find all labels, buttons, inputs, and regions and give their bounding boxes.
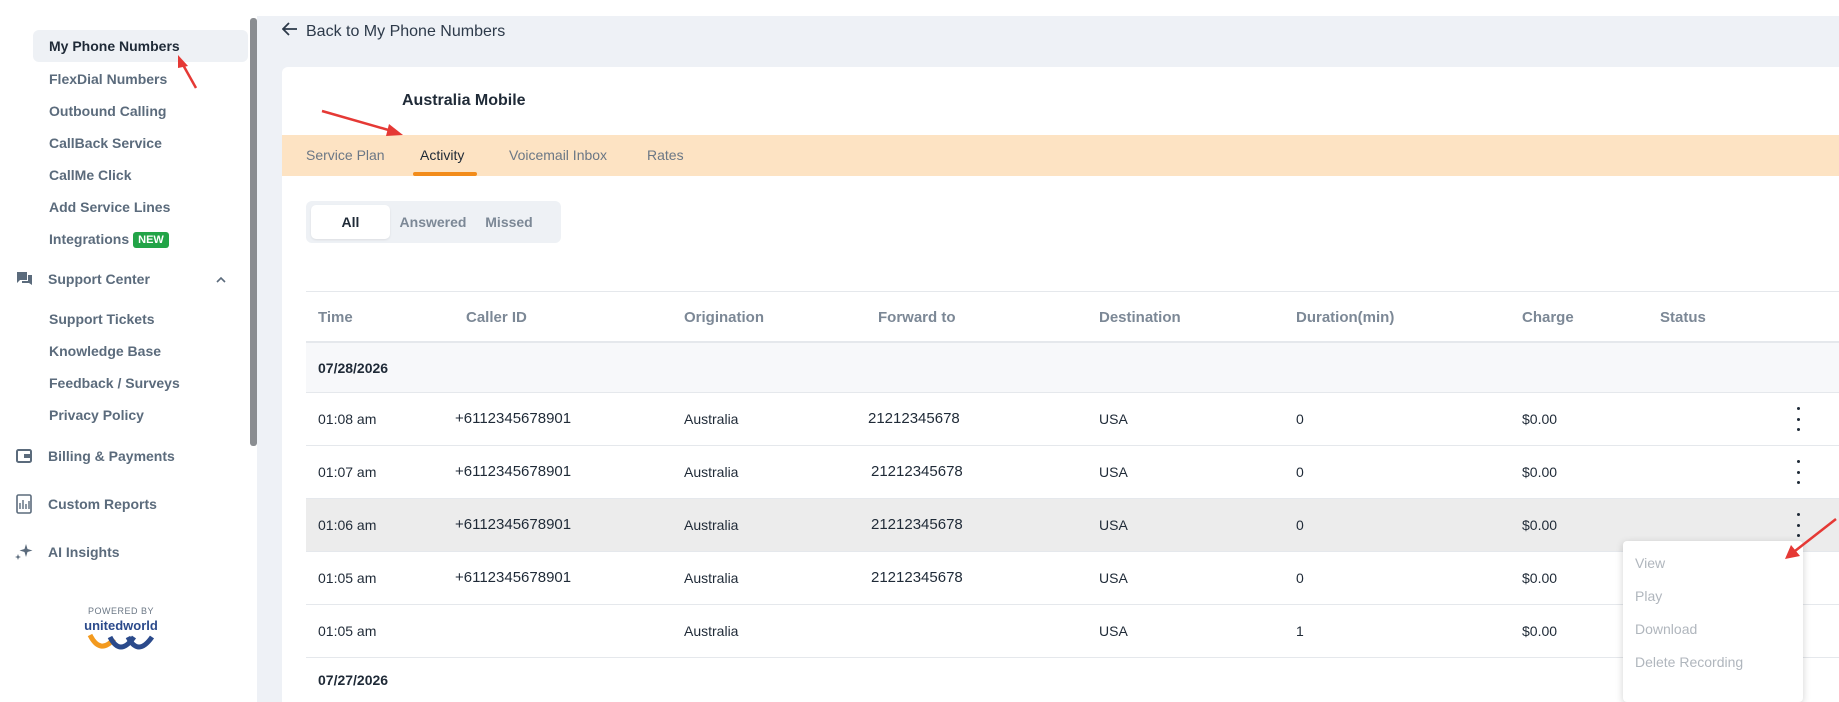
col-destination: Destination bbox=[1099, 309, 1181, 326]
report-icon bbox=[0, 494, 48, 514]
col-origination: Origination bbox=[684, 309, 764, 326]
wallet-icon bbox=[0, 449, 48, 463]
sidebar-item-callback-service[interactable]: CallBack Service bbox=[49, 135, 162, 151]
sidebar-item-feedback-surveys[interactable]: Feedback / Surveys bbox=[49, 375, 180, 391]
filter-answered[interactable]: Answered bbox=[394, 205, 472, 239]
tab-bar: Service Plan Activity Voicemail Inbox Ra… bbox=[282, 135, 1839, 176]
logo-waves-icon bbox=[87, 633, 155, 650]
date-group-header: 07/28/2026 bbox=[306, 343, 1839, 393]
col-forward-to: Forward to bbox=[878, 309, 956, 326]
chat-icon bbox=[0, 271, 48, 287]
sidebar-item-support-center[interactable]: Support Center bbox=[0, 266, 240, 292]
powered-by: POWERED BY unitedworld bbox=[66, 606, 176, 660]
menu-item-delete-recording[interactable]: Delete Recording bbox=[1635, 654, 1743, 670]
menu-item-view[interactable]: View bbox=[1635, 555, 1665, 571]
row-actions-menu: View Play Download Delete Recording bbox=[1623, 541, 1803, 702]
table-row[interactable]: 01:05 am +6112345678901 Australia 212123… bbox=[306, 552, 1839, 605]
filter-all[interactable]: All bbox=[311, 205, 390, 239]
sidebar-item-ai-insights[interactable]: AI Insights bbox=[0, 539, 240, 565]
menu-item-download[interactable]: Download bbox=[1635, 621, 1697, 637]
table-row[interactable]: 01:06 am +6112345678901 Australia 212123… bbox=[306, 499, 1839, 552]
activity-table: Time Caller ID Origination Forward to De… bbox=[306, 291, 1839, 698]
tab-rates[interactable]: Rates bbox=[647, 147, 684, 163]
menu-item-play[interactable]: Play bbox=[1635, 588, 1662, 604]
sidebar-item-integrations[interactable]: Integrations NEW bbox=[49, 231, 169, 248]
tab-activity[interactable]: Activity bbox=[420, 147, 464, 163]
back-link[interactable]: Back to My Phone Numbers bbox=[281, 22, 505, 41]
row-actions-icon[interactable] bbox=[1793, 460, 1803, 484]
row-actions-icon[interactable] bbox=[1793, 513, 1803, 537]
sidebar-item-custom-reports[interactable]: Custom Reports bbox=[0, 491, 240, 517]
new-badge: NEW bbox=[133, 232, 169, 248]
call-filter: All Answered Missed bbox=[306, 201, 561, 243]
active-tab-indicator bbox=[413, 172, 477, 176]
col-charge: Charge bbox=[1522, 309, 1574, 326]
table-row[interactable]: 01:08 am +6112345678901 Australia 212123… bbox=[306, 393, 1839, 446]
main-content: Back to My Phone Numbers Australia Mobil… bbox=[257, 0, 1839, 702]
col-time: Time bbox=[318, 309, 353, 326]
sidebar-item-knowledge-base[interactable]: Knowledge Base bbox=[49, 343, 161, 359]
sidebar-item-privacy-policy[interactable]: Privacy Policy bbox=[49, 407, 144, 423]
unitedworld-logo: unitedworld bbox=[84, 618, 158, 633]
sidebar-item-my-phone-numbers[interactable]: My Phone Numbers bbox=[33, 30, 248, 62]
sidebar-item-callme-click[interactable]: CallMe Click bbox=[49, 167, 131, 183]
date-group-header: 07/27/2026 bbox=[306, 658, 1839, 698]
table-header: Time Caller ID Origination Forward to De… bbox=[306, 291, 1839, 343]
page-title: Australia Mobile bbox=[402, 92, 526, 109]
col-status: Status bbox=[1660, 309, 1706, 326]
col-duration: Duration(min) bbox=[1296, 309, 1395, 326]
tab-service-plan[interactable]: Service Plan bbox=[306, 147, 385, 163]
arrow-left-icon bbox=[281, 22, 298, 41]
sidebar-item-support-tickets[interactable]: Support Tickets bbox=[49, 311, 155, 327]
table-row[interactable]: 01:05 am Australia USA 1 $0.00 bbox=[306, 605, 1839, 658]
chevron-up-icon[interactable] bbox=[216, 272, 226, 286]
row-actions-icon[interactable] bbox=[1793, 407, 1803, 431]
sidebar-item-outbound-calling[interactable]: Outbound Calling bbox=[49, 103, 166, 119]
table-row[interactable]: 01:07 am +6112345678901 Australia 212123… bbox=[306, 446, 1839, 499]
sidebar-item-billing[interactable]: Billing & Payments bbox=[0, 443, 240, 469]
sidebar: My Phone Numbers FlexDial Numbers Outbou… bbox=[0, 0, 257, 702]
sidebar-scrollbar[interactable] bbox=[250, 18, 257, 446]
number-detail-card: Australia Mobile Service Plan Activity V… bbox=[282, 67, 1839, 702]
sidebar-item-add-service-lines[interactable]: Add Service Lines bbox=[49, 199, 170, 215]
sparkle-icon bbox=[0, 542, 48, 562]
sidebar-item-flexdial-numbers[interactable]: FlexDial Numbers bbox=[49, 71, 167, 87]
col-caller-id: Caller ID bbox=[466, 309, 527, 326]
tab-voicemail-inbox[interactable]: Voicemail Inbox bbox=[509, 147, 607, 163]
filter-missed[interactable]: Missed bbox=[476, 205, 542, 239]
